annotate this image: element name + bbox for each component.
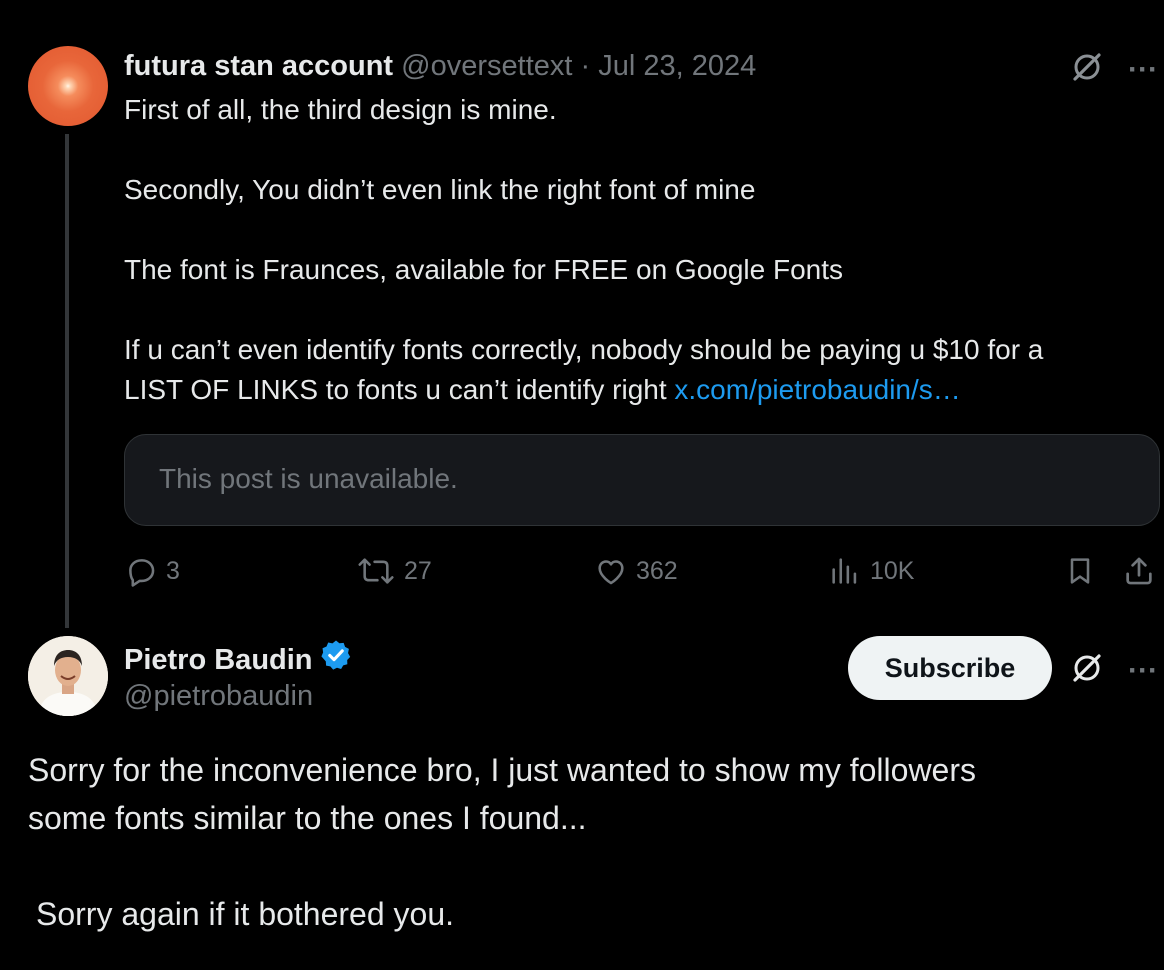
post1-date[interactable]: Jul 23, 2024 [598,50,756,82]
thread-connector-line [65,134,69,628]
post2-line-2: some fonts similar to the ones I found..… [28,800,587,836]
like-count: 362 [636,556,678,585]
grok-icon[interactable] [1070,50,1104,89]
post1-body: First of all, the third design is mine. … [124,90,1154,410]
quoted-post-unavailable-text: This post is unavailable. [159,463,458,494]
like-icon [594,554,628,588]
more-icon[interactable]: ··· [1128,54,1158,85]
post2-body: Sorry for the inconvenience bro, I just … [28,746,1148,938]
post2-top-actions: ··· [1070,651,1158,690]
share-button[interactable] [1122,548,1156,594]
views-count: 10K [870,556,915,585]
repost-icon [356,554,396,588]
post1-link[interactable]: x.com/pietrobaudin/s… [674,374,960,405]
post1-author-name[interactable]: futura stan account [124,50,393,82]
post1-line-3: The font is Fraunces, available for FREE… [124,254,844,285]
more-icon[interactable]: ··· [1128,655,1158,686]
post2-line-1: Sorry for the inconvenience bro, I just … [28,752,976,788]
post1-line-5: LIST OF LINKS to fonts u can’t identify … [124,374,675,405]
avatar-futura-stan[interactable] [28,46,108,126]
post1-handle[interactable]: @oversettext [401,50,572,82]
bookmark-button[interactable] [1064,548,1096,594]
reply-icon [124,554,158,588]
reply-count: 3 [166,556,180,585]
post2-author-row: Pietro Baudin [124,638,353,681]
post1-action-bar: 3 27 362 10K [124,548,1160,594]
post1-line-1: First of all, the third design is mine. [124,94,557,125]
post1-header: futura stan account @oversettext · Jul 2… [124,48,756,84]
repost-count: 27 [404,556,432,585]
post1-top-actions: ··· [1070,50,1158,89]
post1-separator: · [580,50,591,82]
post2-line-3: Sorry again if it bothered you. [36,896,455,932]
reply-button[interactable]: 3 [124,548,180,594]
repost-button[interactable]: 27 [356,548,432,594]
post2-handle[interactable]: @pietrobaudin [124,678,313,714]
quoted-post-card[interactable]: This post is unavailable. [124,434,1160,526]
avatar-portrait-icon [28,636,108,716]
avatar-pietro-baudin[interactable] [28,636,108,716]
post2-author-name[interactable]: Pietro Baudin [124,642,313,678]
views-button[interactable]: 10K [828,548,914,594]
verified-badge-icon[interactable] [319,638,353,681]
post1-line-5-container: LIST OF LINKS to fonts u can’t identify … [124,370,1154,410]
share-icon [1122,554,1156,588]
subscribe-button[interactable]: Subscribe [848,636,1052,700]
bookmark-icon [1064,554,1096,588]
post1-line-2: Secondly, You didn’t even link the right… [124,174,756,205]
post1-line-4: If u can’t even identify fonts correctly… [124,334,1044,365]
like-button[interactable]: 362 [594,548,678,594]
grok-icon[interactable] [1070,651,1104,690]
views-icon [828,554,862,588]
